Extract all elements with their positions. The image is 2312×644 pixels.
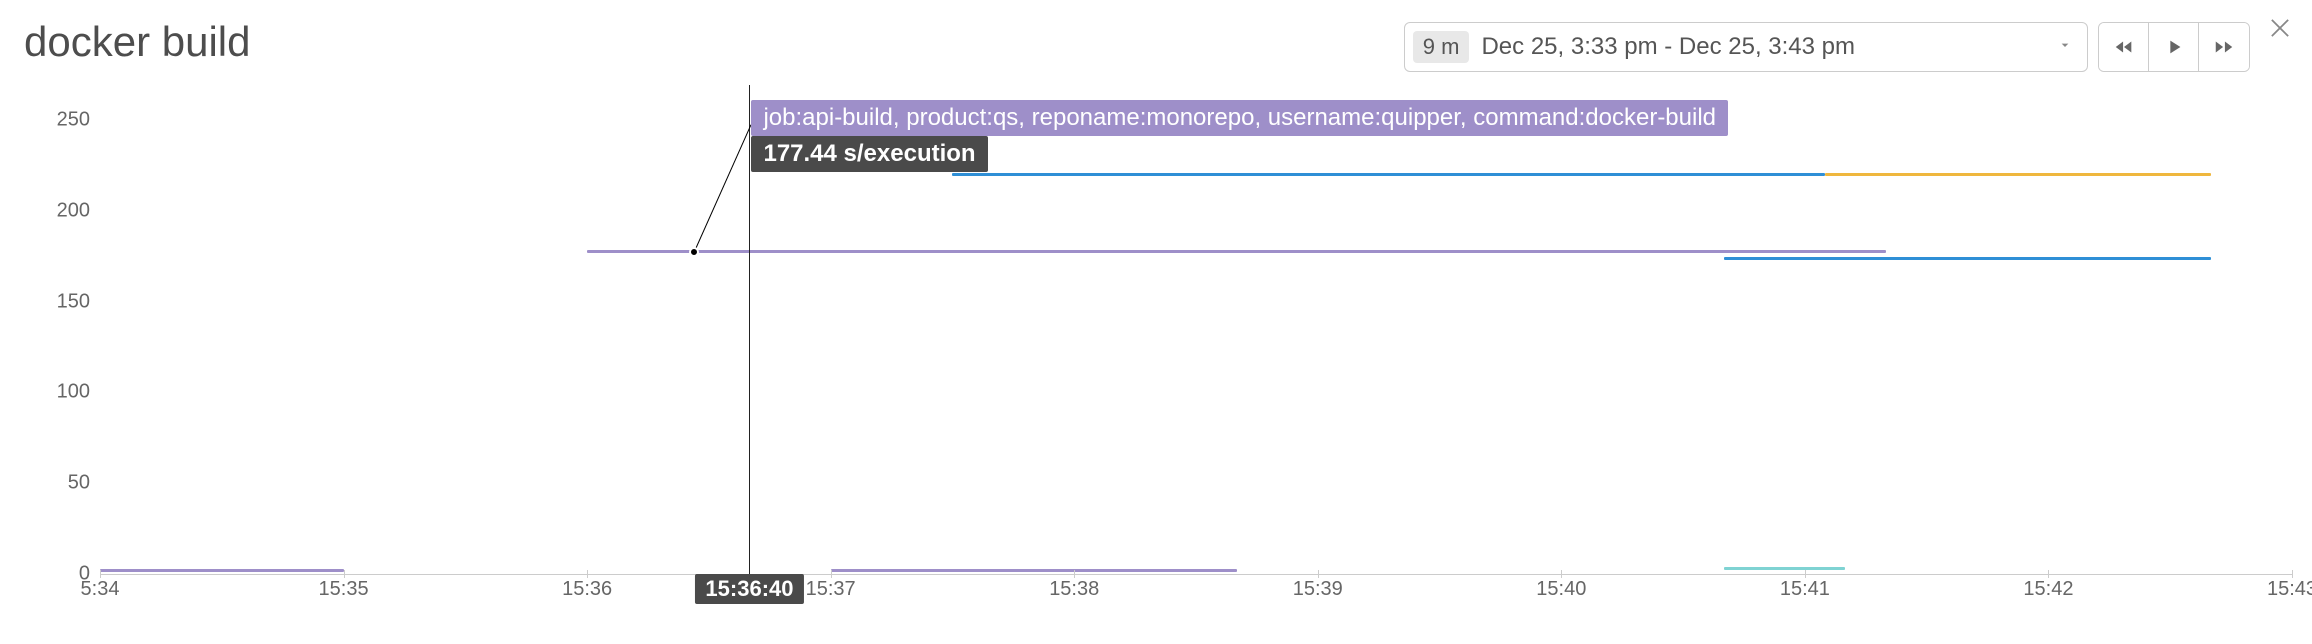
x-tick: 15:40 — [1536, 578, 1586, 601]
time-range-duration-badge: 9 m — [1413, 31, 1470, 63]
time-range-text: Dec 25, 3:33 pm - Dec 25, 3:43 pm — [1481, 33, 1855, 61]
data-line — [100, 569, 344, 572]
x-tick: 15:38 — [1049, 578, 1099, 601]
data-line — [1825, 173, 2211, 176]
plot-area[interactable]: job:api-build, product:qs, reponame:mono… — [100, 120, 2292, 574]
x-tick: 15:35 — [319, 578, 369, 601]
y-tick: 100 — [57, 381, 90, 404]
axis-line — [100, 574, 2292, 575]
x-tick: 15:36 — [562, 578, 612, 601]
x-axis: 5:3415:3515:3615:3715:3815:3915:4015:411… — [100, 574, 2292, 614]
chart[interactable]: 050100150200250 job:api-build, product:q… — [30, 120, 2302, 614]
chevron-down-icon — [2057, 37, 2073, 58]
x-tick: 15:39 — [1293, 578, 1343, 601]
time-range-picker[interactable]: 9 m Dec 25, 3:33 pm - Dec 25, 3:43 pm — [1404, 22, 2088, 72]
hover-point — [689, 247, 699, 257]
y-tick: 250 — [57, 109, 90, 132]
tooltip-value-label: 177.44 s/execution — [751, 136, 987, 172]
tooltip-connector — [694, 124, 752, 252]
tooltip: job:api-build, product:qs, reponame:mono… — [751, 100, 1728, 172]
play-button[interactable] — [2149, 23, 2199, 71]
data-line — [587, 250, 1886, 253]
x-tick: 5:34 — [81, 578, 120, 601]
fast-forward-button[interactable] — [2199, 23, 2249, 71]
playback-controls — [2098, 22, 2250, 72]
crosshair-time-badge: 15:36:40 — [695, 574, 803, 604]
x-tick: 15:43 — [2267, 578, 2312, 601]
data-line — [1724, 257, 2211, 260]
y-axis: 050100150200250 — [30, 120, 100, 574]
x-tick: 15:41 — [1780, 578, 1830, 601]
crosshair — [749, 85, 750, 574]
x-tick: 15:37 — [806, 578, 856, 601]
y-tick: 150 — [57, 290, 90, 313]
data-line — [1724, 567, 1846, 570]
page-title: docker build — [24, 18, 250, 66]
data-line — [831, 569, 1237, 572]
x-tick: 15:42 — [2023, 578, 2073, 601]
y-tick: 50 — [68, 472, 90, 495]
y-tick: 200 — [57, 199, 90, 222]
data-line — [952, 173, 1825, 176]
rewind-button[interactable] — [2099, 23, 2149, 71]
close-icon[interactable] — [2266, 14, 2294, 42]
tooltip-series-label: job:api-build, product:qs, reponame:mono… — [751, 100, 1728, 136]
